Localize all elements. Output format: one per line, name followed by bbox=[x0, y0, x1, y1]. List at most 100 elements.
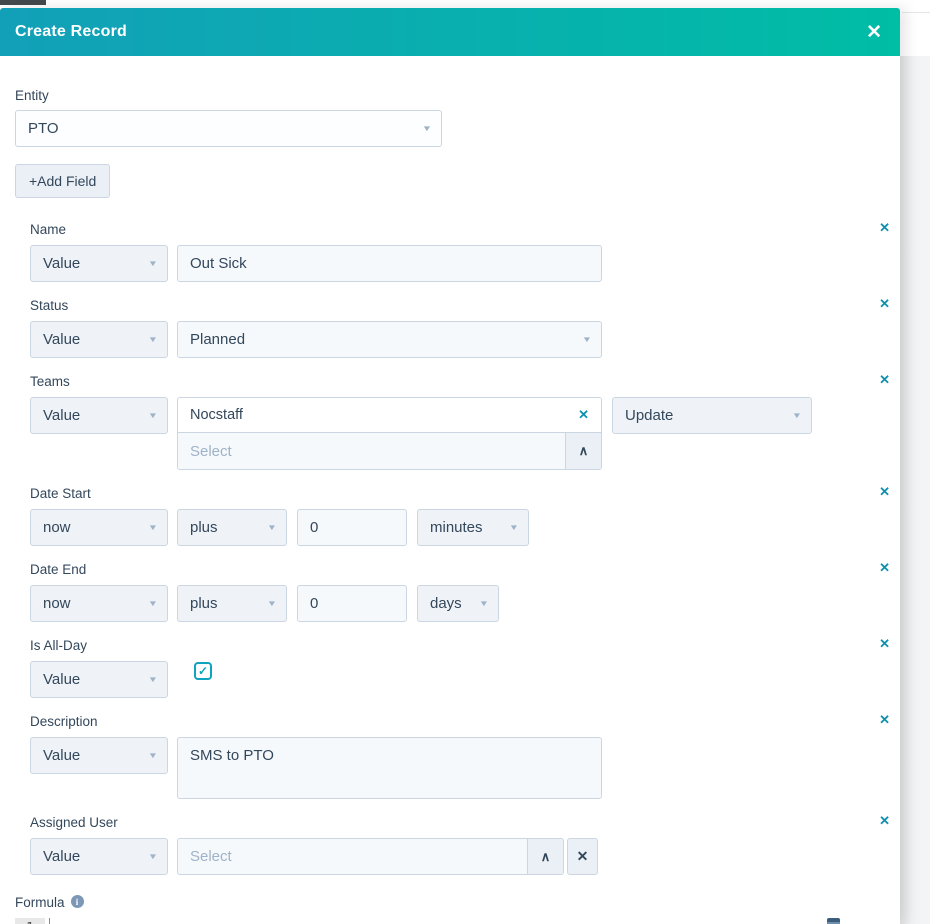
name-input[interactable]: Out Sick bbox=[177, 245, 602, 282]
remove-field-icon[interactable]: ✕ bbox=[879, 373, 890, 387]
chevron-down-icon: ▼ bbox=[147, 751, 159, 760]
chevron-down-icon: ▼ bbox=[508, 523, 520, 532]
field-group-date-end: Date End ✕ now ▼ plus ▼ 0 days ▼ bbox=[30, 561, 890, 622]
modal-title: Create Record bbox=[15, 23, 127, 40]
date-base-select[interactable]: now ▼ bbox=[30, 585, 168, 622]
chevron-down-icon: ▼ bbox=[266, 599, 278, 608]
text-cursor bbox=[49, 918, 50, 924]
chevron-down-icon: ▼ bbox=[147, 259, 159, 268]
date-op-value: plus bbox=[190, 519, 218, 536]
chevron-down-icon: ▼ bbox=[147, 852, 159, 861]
partial-icon bbox=[827, 918, 840, 924]
chevron-down-icon: ▼ bbox=[147, 599, 159, 608]
clear-assigned-user-button[interactable]: ✕ bbox=[567, 838, 598, 875]
chevron-up-icon: ∧ bbox=[578, 443, 589, 458]
field-groups: Name ✕ Value ▼ Out Sick Status ✕ Value ▼… bbox=[30, 221, 890, 875]
remove-field-icon[interactable]: ✕ bbox=[879, 814, 890, 828]
backdrop-divider bbox=[902, 12, 930, 13]
info-glyph: i bbox=[75, 896, 79, 907]
remove-field-icon[interactable]: ✕ bbox=[879, 561, 890, 575]
value-mode-text: Value bbox=[43, 747, 81, 764]
date-base-value: now bbox=[43, 519, 71, 536]
entity-select-value: PTO bbox=[28, 120, 59, 137]
status-select[interactable]: Planned ▼ bbox=[177, 321, 602, 358]
teams-select-row[interactable]: Select ∧ bbox=[178, 433, 601, 469]
modal-header: Create Record ✕ bbox=[0, 8, 900, 56]
chevron-down-icon: ▼ bbox=[791, 411, 803, 420]
assigned-user-select[interactable]: Select ∧ bbox=[177, 838, 564, 875]
field-group-teams: Teams ✕ Value ▼ Nocstaff ✕ Select ∧ Upda… bbox=[30, 373, 890, 470]
date-unit-select[interactable]: days ▼ bbox=[417, 585, 499, 622]
field-label: Teams bbox=[30, 374, 70, 389]
teams-action-select[interactable]: Update ▼ bbox=[612, 397, 812, 434]
clear-icon: ✕ bbox=[576, 848, 589, 864]
create-record-modal: Create Record ✕ Entity PTO ▼ +Add Field … bbox=[0, 8, 900, 924]
value-mode-select[interactable]: Value ▼ bbox=[30, 397, 168, 434]
assigned-user-placeholder: Select bbox=[190, 848, 232, 865]
chevron-down-icon: ▼ bbox=[147, 675, 159, 684]
field-group-name: Name ✕ Value ▼ Out Sick bbox=[30, 221, 890, 282]
description-value: SMS to PTO bbox=[190, 747, 274, 764]
date-unit-select[interactable]: minutes ▼ bbox=[417, 509, 529, 546]
date-base-select[interactable]: now ▼ bbox=[30, 509, 168, 546]
collapse-button[interactable]: ∧ bbox=[565, 433, 601, 469]
value-mode-select[interactable]: Value ▼ bbox=[30, 661, 168, 698]
collapse-button[interactable]: ∧ bbox=[527, 839, 563, 874]
field-label: Assigned User bbox=[30, 815, 118, 830]
chevron-down-icon: ▼ bbox=[147, 335, 159, 344]
remove-field-icon[interactable]: ✕ bbox=[879, 637, 890, 651]
remove-field-icon[interactable]: ✕ bbox=[879, 713, 890, 727]
status-select-value: Planned bbox=[190, 331, 246, 348]
teams-selected-item: Nocstaff ✕ bbox=[178, 398, 601, 433]
entity-select[interactable]: PTO ▼ bbox=[15, 110, 442, 147]
chevron-up-icon: ∧ bbox=[540, 848, 551, 864]
value-mode-text: Value bbox=[43, 407, 81, 424]
remove-field-icon[interactable]: ✕ bbox=[879, 485, 890, 499]
date-unit-value: days bbox=[430, 595, 462, 612]
date-amount-input[interactable]: 0 bbox=[297, 585, 407, 622]
description-textarea[interactable]: SMS to PTO bbox=[177, 737, 602, 799]
field-label: Date Start bbox=[30, 486, 91, 501]
modal-body: Entity PTO ▼ +Add Field Name ✕ Value ▼ O… bbox=[0, 56, 900, 924]
info-icon[interactable]: i bbox=[70, 895, 84, 908]
teams-item-label: Nocstaff bbox=[190, 407, 243, 423]
teams-select-placeholder: Select bbox=[190, 442, 232, 460]
field-group-is-all-day: Is All-Day ✕ Value ▼ ✓ bbox=[30, 637, 890, 698]
all-day-checkbox[interactable]: ✓ bbox=[194, 662, 212, 680]
add-field-button[interactable]: +Add Field bbox=[15, 164, 111, 198]
assigned-user-widget: Select ∧ ✕ bbox=[177, 838, 598, 875]
chevron-down-icon: ▼ bbox=[147, 523, 159, 532]
date-amount-value: 0 bbox=[310, 595, 319, 612]
teams-multi-select: Nocstaff ✕ Select ∧ bbox=[177, 397, 602, 470]
entity-label: Entity bbox=[15, 88, 49, 103]
value-mode-select[interactable]: Value ▼ bbox=[30, 838, 168, 875]
checkmark-icon: ✓ bbox=[197, 664, 209, 678]
chevron-down-icon: ▼ bbox=[421, 124, 433, 133]
value-mode-text: Value bbox=[43, 255, 81, 272]
date-unit-value: minutes bbox=[430, 519, 483, 536]
remove-field-icon[interactable]: ✕ bbox=[879, 297, 890, 311]
clear-item-icon[interactable]: ✕ bbox=[578, 407, 589, 423]
line-number: 1 bbox=[26, 921, 34, 924]
formula-label: Formula bbox=[15, 895, 65, 910]
formula-editor[interactable]: 1 bbox=[15, 918, 885, 924]
backdrop-shade bbox=[900, 56, 930, 924]
line-number-gutter: 1 bbox=[15, 918, 45, 924]
date-op-select[interactable]: plus ▼ bbox=[177, 585, 287, 622]
field-label: Name bbox=[30, 222, 67, 237]
value-mode-text: Value bbox=[43, 671, 81, 688]
field-group-description: Description ✕ Value ▼ SMS to PTO bbox=[30, 713, 890, 799]
chevron-down-icon: ▼ bbox=[147, 411, 159, 420]
field-label: Is All-Day bbox=[30, 638, 88, 653]
date-amount-input[interactable]: 0 bbox=[297, 509, 407, 546]
date-amount-value: 0 bbox=[310, 519, 319, 536]
value-mode-select[interactable]: Value ▼ bbox=[30, 321, 168, 358]
field-label: Date End bbox=[30, 562, 87, 577]
value-mode-select[interactable]: Value ▼ bbox=[30, 737, 168, 774]
chevron-down-icon: ▼ bbox=[478, 599, 490, 608]
close-icon[interactable]: ✕ bbox=[866, 23, 882, 42]
date-base-value: now bbox=[43, 595, 71, 612]
date-op-select[interactable]: plus ▼ bbox=[177, 509, 287, 546]
remove-field-icon[interactable]: ✕ bbox=[879, 221, 890, 235]
value-mode-select[interactable]: Value ▼ bbox=[30, 245, 168, 282]
